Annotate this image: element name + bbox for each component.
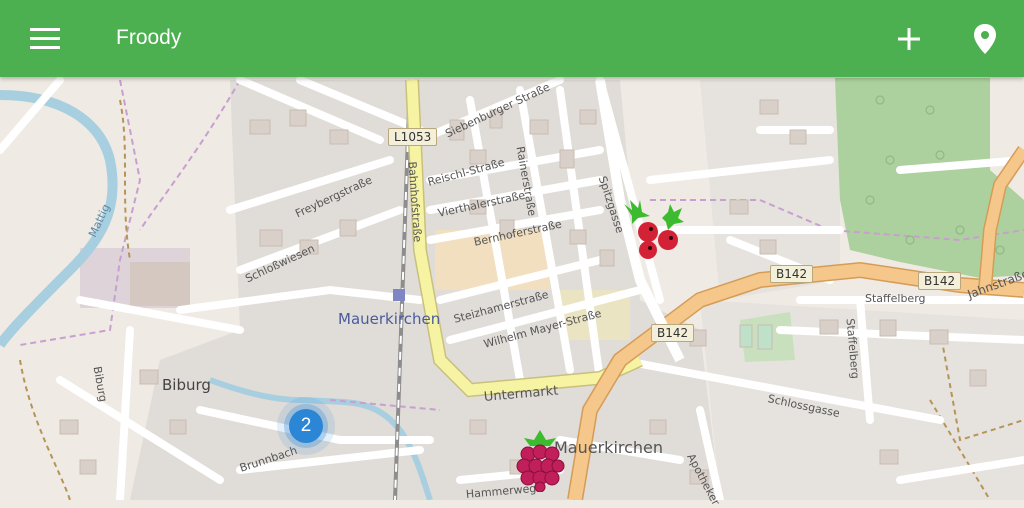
location-pin-icon[interactable]: [962, 16, 1008, 62]
raspberry-icon[interactable]: [512, 426, 568, 492]
village-label: Biburg: [162, 376, 211, 394]
app-title: Froody: [116, 26, 182, 49]
cluster-marker[interactable]: 2: [289, 409, 323, 443]
town-label: Mauerkirchen: [338, 310, 441, 328]
hamburger-menu-icon[interactable]: [22, 20, 68, 58]
plus-icon[interactable]: [888, 18, 930, 60]
road-shield-b142-3: B142: [651, 324, 695, 342]
app-bar: Froody: [0, 0, 1024, 77]
district-label: Mauerkirchen: [554, 438, 664, 457]
road-shield-l1053: L1053: [388, 128, 438, 146]
road-shield-b142-1: B142: [770, 265, 814, 283]
holly-berry-icon[interactable]: [618, 198, 686, 264]
street-label-staffelberg-1: Staffelberg: [865, 292, 926, 305]
road-shield-b142-2: B142: [918, 272, 962, 290]
